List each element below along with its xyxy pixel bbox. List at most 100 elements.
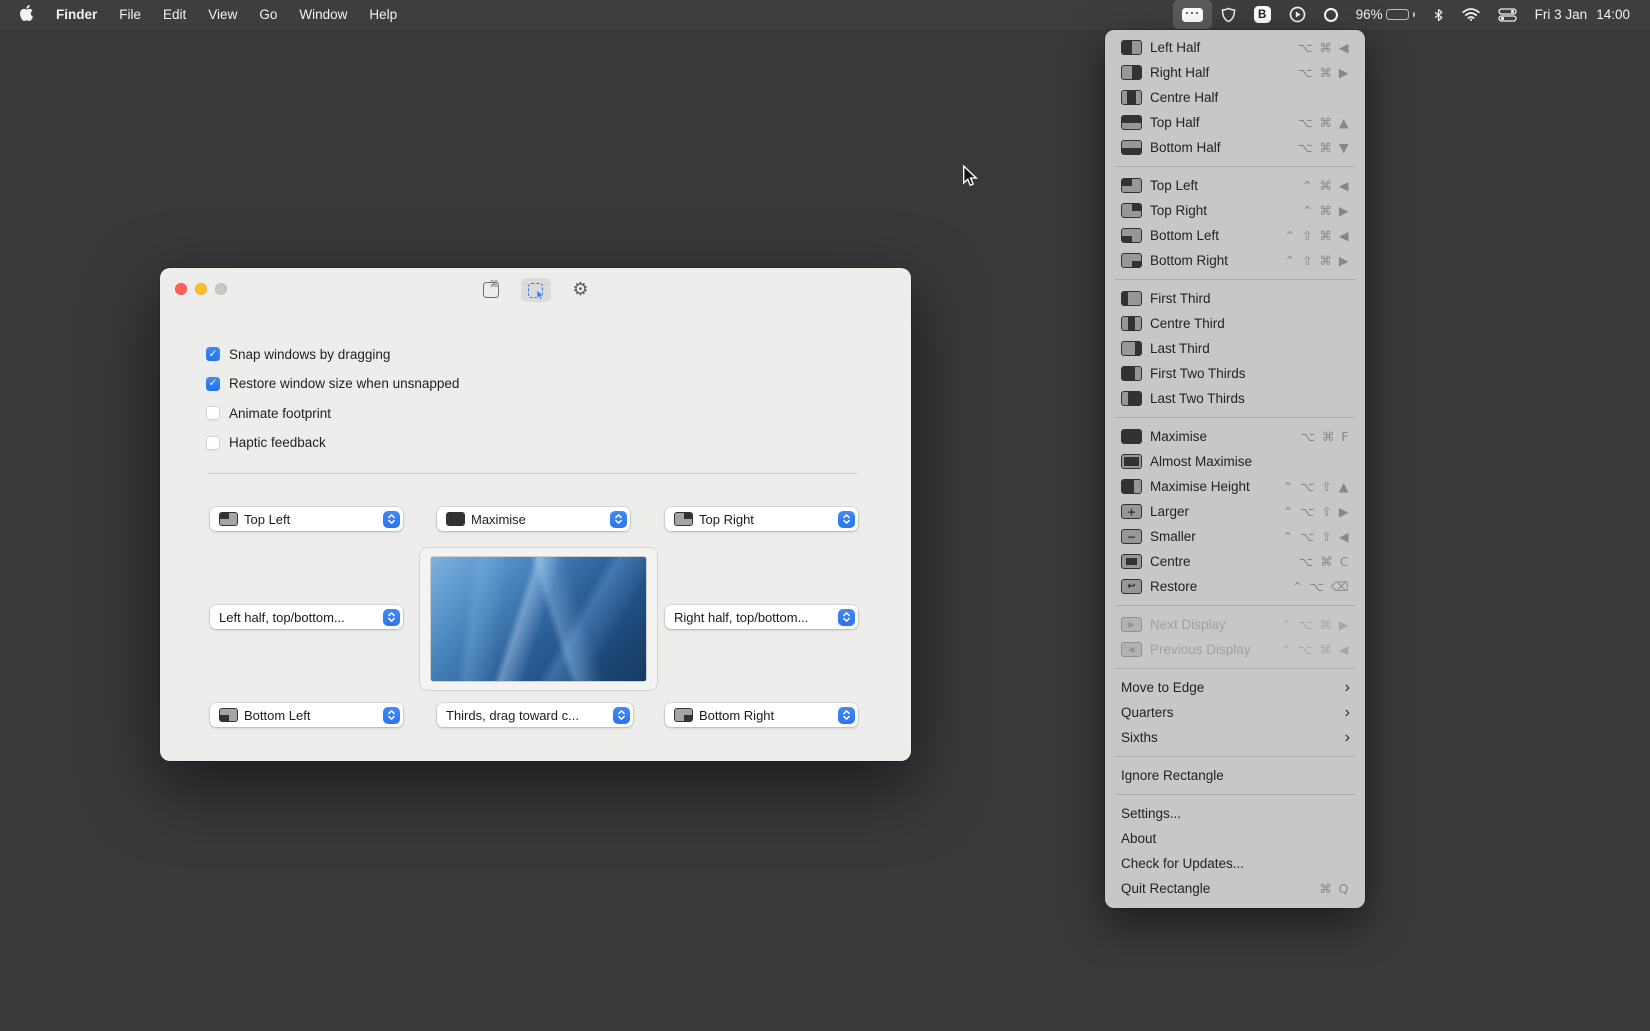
menu-item-first-third[interactable]: First Third	[1105, 286, 1365, 311]
menu-item-check-for-updates[interactable]: Check for Updates...	[1105, 851, 1365, 876]
menu-item-restore[interactable]: Restore ⌃ ⌥ ⌫	[1105, 574, 1365, 599]
popup-stepper-icon	[837, 706, 855, 724]
settings-tabs: ⚙	[476, 278, 596, 302]
menu-item-larger[interactable]: Larger ⌃ ⌥ ⇧ ▶	[1105, 499, 1365, 524]
menu-item-left-half[interactable]: Left Half ⌥ ⌘ ◀	[1105, 35, 1365, 60]
popup-stepper-icon	[382, 608, 400, 626]
menu-item-smaller[interactable]: Smaller ⌃ ⌥ ⇧ ◀	[1105, 524, 1365, 549]
menu-item-move-to-edge[interactable]: Move to Edge ›	[1105, 675, 1365, 700]
checkbox-restore-size[interactable]	[206, 376, 220, 391]
menu-item-centre[interactable]: Centre ⌥ ⌘ C	[1105, 549, 1365, 574]
popup-bottom-left[interactable]: Bottom Left	[210, 703, 403, 727]
menu-item-first-two-thirds[interactable]: First Two Thirds	[1105, 361, 1365, 386]
rectangle-settings-window: ⚙ Snap windows by dragging Restore windo…	[160, 268, 911, 761]
menu-item-sixths[interactable]: Sixths ›	[1105, 725, 1365, 750]
menu-item-almost-maximise[interactable]: Almost Maximise	[1105, 449, 1365, 474]
menu-item-quarters[interactable]: Quarters ›	[1105, 700, 1365, 725]
popup-bottom-right[interactable]: Bottom Right	[665, 703, 858, 727]
tab-snap-areas[interactable]	[520, 278, 551, 302]
centre-third-zone-icon	[1121, 316, 1142, 331]
menu-help[interactable]: Help	[358, 7, 408, 22]
menu-item-top-left[interactable]: Top Left ⌃ ⌘ ◀	[1105, 173, 1365, 198]
menu-item-ignore-rectangle[interactable]: Ignore Rectangle	[1105, 763, 1365, 788]
clock-time: 14:00	[1596, 7, 1630, 22]
popup-thirds-drag[interactable]: Thirds, drag toward c...	[437, 703, 633, 727]
shield-icon	[1221, 7, 1235, 22]
rectangle-menu: Left Half ⌥ ⌘ ◀ Right Half ⌥ ⌘ ▶ Centre …	[1105, 30, 1365, 908]
menu-divider	[1115, 279, 1355, 280]
bluetooth-icon	[1434, 8, 1443, 21]
popup-top-right[interactable]: Top Right	[665, 507, 858, 531]
menu-item-centre-third[interactable]: Centre Third	[1105, 311, 1365, 336]
wifi-icon	[1461, 8, 1480, 21]
menu-item-last-two-thirds[interactable]: Last Two Thirds	[1105, 386, 1365, 411]
battery-status[interactable]: 96%	[1347, 0, 1424, 29]
menu-item-top-right[interactable]: Top Right ⌃ ⌘ ▶	[1105, 198, 1365, 223]
checkbox-row-haptic-feedback[interactable]: Haptic feedback	[206, 435, 459, 450]
letter-b-icon: B	[1253, 6, 1271, 23]
apple-menu[interactable]	[10, 5, 45, 24]
minimize-button[interactable]	[195, 283, 207, 295]
maximise-zone-icon	[446, 512, 465, 526]
tab-advanced[interactable]: ⚙	[566, 278, 596, 302]
bottom-right-zone-icon	[674, 708, 693, 722]
checkbox-row-restore-size[interactable]: Restore window size when unsnapped	[206, 376, 459, 391]
menu-window[interactable]: Window	[288, 7, 358, 22]
checkbox-haptic-feedback[interactable]	[206, 435, 220, 450]
menu-item-top-half[interactable]: Top Half ⌥ ⌘ ▲	[1105, 110, 1365, 135]
menu-bar-left: Finder File Edit View Go Window Help	[10, 5, 408, 24]
checkbox-animate-footprint[interactable]	[206, 406, 220, 420]
menu-item-bottom-left[interactable]: Bottom Left ⌃ ⇧ ⌘ ◀	[1105, 223, 1365, 248]
maximise-height-zone-icon	[1121, 479, 1142, 494]
menu-bar-clock[interactable]: Fri 3 Jan 14:00	[1526, 7, 1640, 22]
menu-item-right-half[interactable]: Right Half ⌥ ⌘ ▶	[1105, 60, 1365, 85]
top-half-zone-icon	[1121, 115, 1142, 130]
last-third-zone-icon	[1121, 341, 1142, 356]
menu-item-next-display: Next Display ⌃ ⌥ ⌘ ▶	[1105, 612, 1365, 637]
menu-go[interactable]: Go	[248, 7, 288, 22]
popup-right-half-drag[interactable]: Right half, top/bottom...	[665, 605, 858, 629]
battery-icon	[1385, 8, 1409, 21]
menu-item-bottom-half[interactable]: Bottom Half ⌥ ⌘ ▼	[1105, 135, 1365, 160]
control-center-status-icon[interactable]	[1489, 0, 1526, 29]
circle-icon	[1323, 7, 1338, 22]
play-circle-icon	[1289, 6, 1305, 23]
menu-item-bottom-right[interactable]: Bottom Right ⌃ ⇧ ⌘ ▶	[1105, 248, 1365, 273]
window-titlebar[interactable]: ⚙	[160, 268, 911, 310]
bitwarden-status-icon[interactable]: B	[1245, 0, 1280, 29]
tab-shortcuts[interactable]	[476, 278, 506, 302]
centre-half-zone-icon	[1121, 90, 1142, 105]
checkbox-row-snap-windows[interactable]: Snap windows by dragging	[206, 347, 459, 362]
menu-divider	[1115, 417, 1355, 418]
popup-left-half-drag[interactable]: Left half, top/bottom...	[210, 605, 403, 629]
menu-app-name[interactable]: Finder	[45, 7, 108, 22]
close-button[interactable]	[175, 283, 187, 295]
menu-edit[interactable]: Edit	[152, 7, 197, 22]
ring-status-icon[interactable]	[1315, 0, 1347, 29]
menu-file[interactable]: File	[108, 7, 152, 22]
menu-bar-status: B 96% Fri 3 Jan 14:00	[1172, 0, 1640, 29]
play-circle-status-icon[interactable]	[1280, 0, 1315, 29]
wifi-status-icon[interactable]	[1453, 0, 1489, 29]
menu-item-quit-rectangle[interactable]: Quit Rectangle ⌘ Q	[1105, 876, 1365, 901]
menu-item-maximise-height[interactable]: Maximise Height ⌃ ⌥ ⇧ ▲	[1105, 474, 1365, 499]
menu-item-last-third[interactable]: Last Third	[1105, 336, 1365, 361]
popup-maximise[interactable]: Maximise	[437, 507, 630, 531]
bluetooth-status-icon[interactable]	[1424, 0, 1453, 29]
menu-item-maximise[interactable]: Maximise ⌥ ⌘ F	[1105, 424, 1365, 449]
right-half-zone-icon	[1121, 65, 1142, 80]
menu-item-settings[interactable]: Settings...	[1105, 801, 1365, 826]
top-left-zone-icon	[219, 512, 238, 526]
checkbox-snap-windows[interactable]	[206, 347, 220, 361]
checkbox-row-animate-footprint[interactable]: Animate footprint	[206, 406, 459, 421]
top-left-zone-icon	[1121, 178, 1142, 193]
apple-icon	[20, 5, 34, 24]
popup-stepper-icon	[612, 706, 630, 724]
shield-status-icon[interactable]	[1212, 0, 1245, 29]
first-two-thirds-zone-icon	[1121, 366, 1142, 381]
popup-top-left[interactable]: Top Left	[210, 507, 403, 531]
rectangle-menubar-icon[interactable]	[1172, 0, 1212, 29]
menu-view[interactable]: View	[197, 7, 248, 22]
menu-item-centre-half[interactable]: Centre Half	[1105, 85, 1365, 110]
menu-item-about[interactable]: About	[1105, 826, 1365, 851]
